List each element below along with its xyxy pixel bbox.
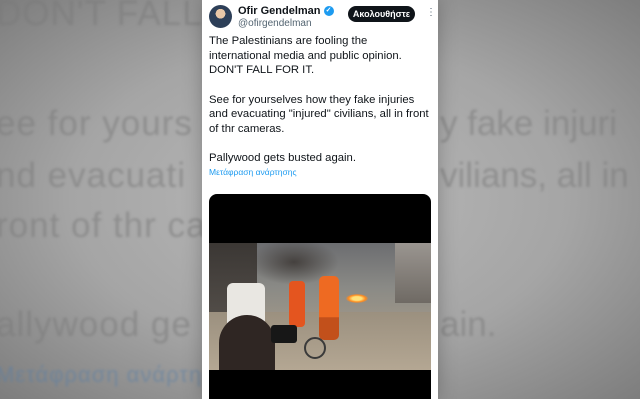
author-name[interactable]: Ofir Gendelman [238, 5, 321, 17]
background-text-line: ain. [440, 305, 497, 344]
verified-badge-icon: ✓ [323, 6, 334, 16]
tweet-paragraph: See for yourselves how they fake injurie… [209, 93, 429, 135]
background-text-line: allywood ge [0, 305, 192, 344]
tweet-text: The Palestinians are fooling the interna… [209, 34, 431, 166]
tweet-paragraph: The Palestinians are fooling the interna… [209, 35, 402, 76]
avatar[interactable] [209, 5, 232, 28]
background-text-line: ront of thr ca [0, 206, 207, 245]
paramedic-shape [289, 281, 305, 327]
background-text-line: vilians, all in [440, 156, 629, 195]
background-text-line: nd evacuati [0, 156, 187, 195]
author-name-line[interactable]: Ofir Gendelman ✓ [238, 5, 334, 17]
tweet-card: Ofir Gendelman ✓ @ofirgendelman Ακολουθή… [202, 0, 438, 399]
video-frame [209, 243, 431, 370]
background-text-line: ee for yours [0, 104, 193, 143]
video-player[interactable] [209, 194, 431, 399]
follow-button[interactable]: Ακολουθήστε [348, 6, 415, 22]
camera-shape [271, 325, 297, 343]
wheel-shape [304, 337, 326, 359]
paramedic-shape [319, 276, 339, 340]
building-shape [395, 243, 431, 303]
tweet-header: Ofir Gendelman ✓ @ofirgendelman Ακολουθή… [209, 4, 436, 30]
author-handle[interactable]: @ofirgendelman [238, 18, 312, 29]
more-options-icon[interactable]: ⋮ [426, 7, 436, 19]
translate-post-link[interactable]: Μετάφραση ανάρτησης [209, 167, 297, 177]
tweet-paragraph: Pallywood gets busted again. [209, 152, 356, 164]
cameraman-shape [219, 315, 275, 370]
background-text-line: y fake injuri [440, 104, 618, 143]
fire-shape [346, 294, 368, 303]
